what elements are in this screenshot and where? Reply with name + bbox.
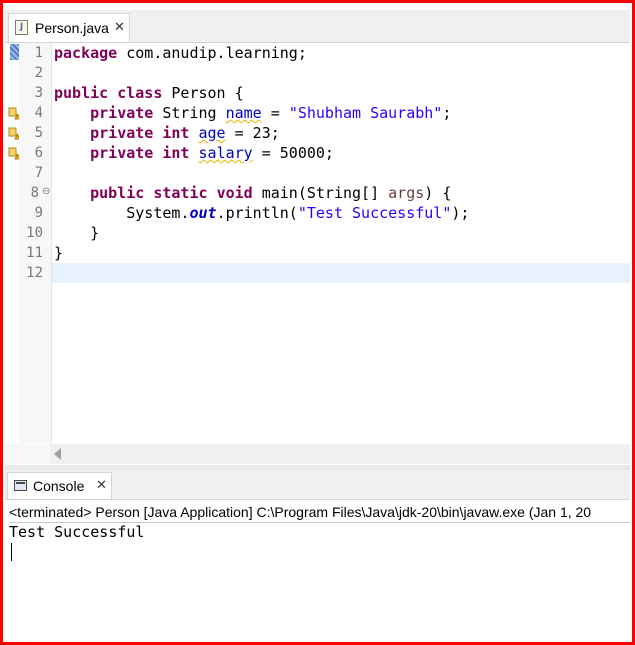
console-status-line: <terminated> Person [Java Application] C… [9,502,630,523]
current-line-highlight [52,263,630,283]
code-text-area[interactable]: package com.anudip.learning; public clas… [52,43,630,443]
close-icon[interactable]: ✕ [114,20,125,35]
console-icon [14,480,27,491]
text-cursor [11,543,12,561]
line-number: 11 [26,245,43,261]
console-tab-label: Console [33,478,85,494]
fold-collapse-icon[interactable]: ⊖ [42,186,50,197]
code-line-8: public static void main(String[] args) { [90,184,452,202]
line-number-gutter: 1 2 3 4 5 6 7 8 ⊖ 9 10 11 12 [19,43,52,443]
editor-tab-person-java[interactable]: J Person.java ✕ [8,13,130,42]
code-editor[interactable]: 1 2 3 4 5 6 7 8 ⊖ 9 10 11 12 package com… [5,43,630,443]
line-number: 6 [34,145,43,161]
field-name: name [225,104,262,122]
screenshot-frame: J Person.java ✕ 1 2 3 4 5 6 7 8 ⊖ 9 10 1… [0,0,635,645]
line-number: 3 [34,85,43,101]
editor-tab-label: Person.java [35,20,109,36]
java-file-icon: J [15,20,28,35]
line-number: 2 [34,65,43,81]
code-line-1: package com.anudip.learning; [54,44,307,62]
line-number: 12 [26,265,43,281]
line-number: 8 [30,185,39,201]
code-line-3: public class Person { [54,84,244,102]
code-line-11: } [54,244,64,262]
horizontal-scrollbar[interactable] [50,444,630,464]
line-number: 1 [34,45,43,61]
code-line-5: private int age = 23; [90,124,280,142]
scrollbar-corner [5,444,50,464]
marker-gutter [5,43,21,443]
field-salary: salary [198,144,253,162]
code-line-10: } [90,224,100,242]
code-line-9: System.out.println("Test Successful"); [126,204,470,222]
field-age: age [198,124,226,142]
console-tab[interactable]: Console ✕ [7,472,112,499]
line-number: 10 [26,225,43,241]
line-number: 9 [34,205,43,221]
code-line-4: private String name = "Shubham Saurabh"; [90,104,452,122]
line-number: 4 [34,105,43,121]
console-output[interactable]: Test Successful [9,523,630,541]
editor-tab-bar: J Person.java ✕ [5,10,630,43]
code-line-6: private int salary = 50000; [90,144,334,162]
line-number: 5 [34,125,43,141]
line-number: 7 [34,165,43,181]
scroll-left-arrow-icon[interactable] [54,448,61,460]
close-icon[interactable]: ✕ [96,478,107,493]
console-tab-bar: Console ✕ [5,470,630,500]
